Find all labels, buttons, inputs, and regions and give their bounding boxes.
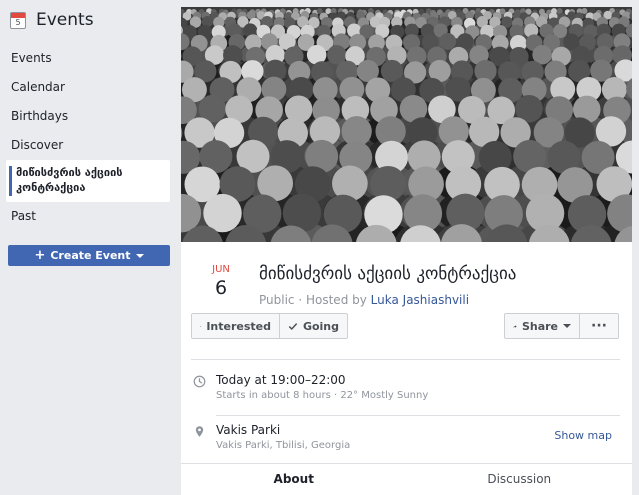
sidebar-header: 5 Events [0, 0, 178, 40]
hosted-by-label: Hosted by [305, 293, 367, 307]
sidebar-item-birthdays[interactable]: Birthdays [0, 102, 178, 131]
share-label: Share [521, 319, 558, 333]
going-button[interactable]: Going [279, 313, 348, 339]
event-day: 6 [214, 277, 228, 299]
sidebar-title: Events [36, 10, 94, 30]
event-time-details: Starts in about 8 hours · 22° Mostly Sun… [216, 390, 429, 401]
event-tabs: About Discussion [181, 463, 632, 495]
event-privacy: Public [259, 293, 295, 307]
chevron-down-icon [135, 253, 144, 258]
separator-dot: · [298, 293, 306, 307]
sidebar-item-past[interactable]: Past [0, 202, 178, 231]
sidebar-nav: Events Calendar Birthdays Discover მიწის… [0, 44, 178, 231]
interested-label: Interested [206, 319, 271, 333]
event-date: JUN 6 [209, 264, 233, 299]
sidebar-item-current-event[interactable]: მიწისძვრის აქციის კონტრაქცია [6, 160, 170, 202]
location-pin-icon [195, 426, 204, 437]
event-place[interactable]: Vakis Parki [216, 423, 280, 437]
event-header: JUN 6 მიწისძვრის აქციის კონტრაქცია Publi… [181, 242, 632, 312]
create-event-label: Create Event [50, 249, 131, 262]
plus-icon: + [34, 248, 46, 263]
chevron-down-icon [563, 324, 571, 328]
event-time: Today at 19:00–22:00 [216, 373, 346, 387]
sidebar: 5 Events Events Calendar Birthdays Disco… [0, 0, 178, 495]
event-card: JUN 6 მიწისძვრის აქციის კონტრაქცია Publi… [181, 7, 632, 495]
sidebar-item-discover[interactable]: Discover [0, 131, 178, 160]
divider [191, 359, 620, 360]
event-location-row: Vakis Parki Vakis Parki, Tbilisi, Georgi… [191, 423, 620, 459]
calendar-icon-day: 5 [15, 17, 21, 27]
going-label: Going [302, 319, 339, 333]
share-arrow-icon [513, 324, 517, 328]
divider [216, 415, 620, 416]
event-title: მიწისძვრის აქციის კონტრაქცია [259, 264, 517, 284]
event-subtitle: Public · Hosted by Luka Jashiashvili [259, 293, 469, 307]
more-options-button[interactable]: ··· [579, 313, 619, 339]
more-icon: ··· [591, 318, 607, 334]
create-event-button[interactable]: + Create Event [8, 245, 170, 266]
sidebar-item-calendar[interactable]: Calendar [0, 73, 178, 102]
clock-icon [193, 375, 206, 388]
interested-button[interactable]: Interested [191, 313, 280, 339]
share-button[interactable]: Share [504, 313, 580, 339]
action-bar: Interested Going Share ··· [191, 313, 620, 339]
cover-photo[interactable] [181, 7, 632, 242]
event-time-row: Today at 19:00–22:00 Starts in about 8 h… [191, 373, 620, 413]
calendar-icon: 5 [10, 11, 26, 29]
host-link[interactable]: Luka Jashiashvili [371, 293, 469, 307]
tab-discussion[interactable]: Discussion [407, 464, 633, 495]
tab-about[interactable]: About [181, 464, 407, 495]
event-month: JUN [212, 264, 230, 275]
sidebar-item-events[interactable]: Events [0, 44, 178, 73]
star-icon [200, 325, 202, 327]
crowd-photo [181, 7, 632, 242]
check-icon [288, 322, 298, 330]
show-map-link[interactable]: Show map [554, 429, 612, 442]
event-address: Vakis Parki, Tbilisi, Georgia [216, 440, 351, 451]
